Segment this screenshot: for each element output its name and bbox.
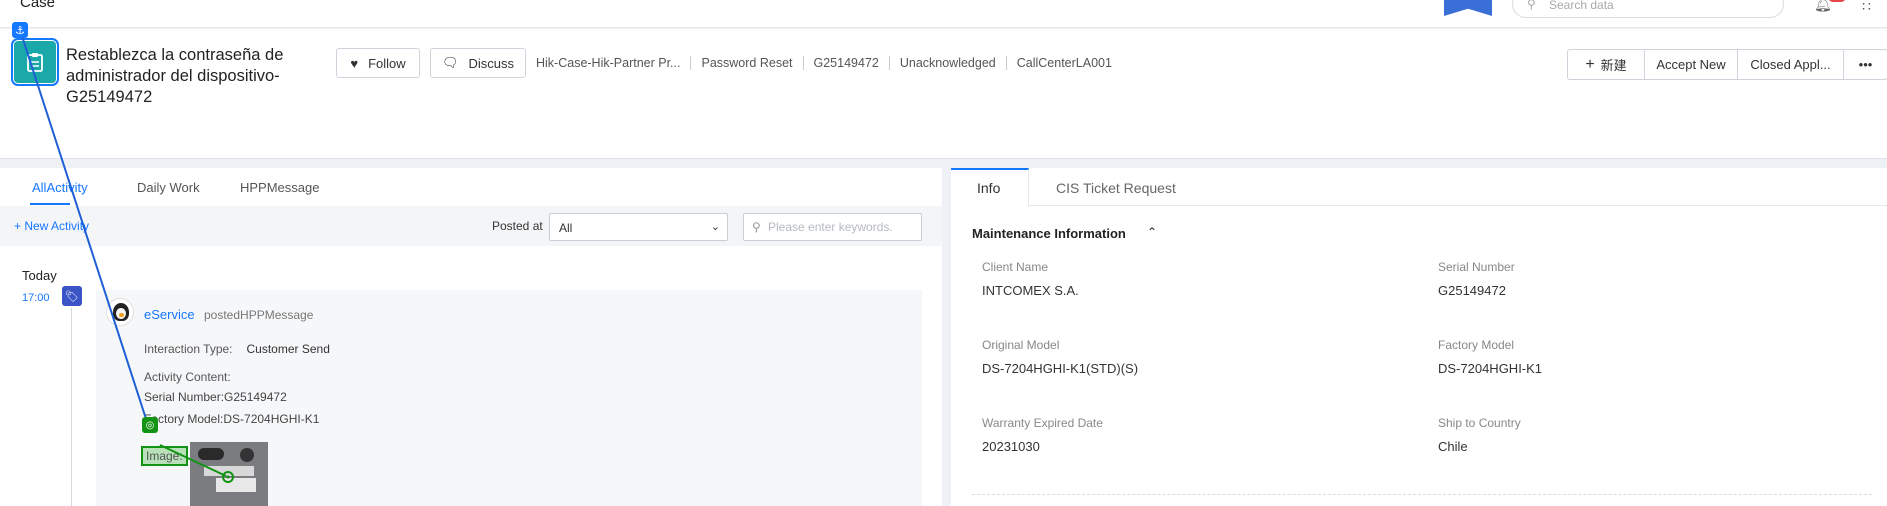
bookmark-icon[interactable] [1444,0,1492,16]
original-model-value: DS-7204HGHI-K1(STD)(S) [982,361,1139,376]
search-icon: ⚲ [1527,0,1536,11]
action-button-group: + 新建 Accept New Closed Appl... ••• [1567,49,1887,80]
factory-model-label: Factory Model [1438,338,1515,352]
section-title: Maintenance Information [972,226,1126,241]
active-tab-indicator [30,203,70,205]
case-meta: Hik-Case-Hik-Partner Pr... Password Rese… [536,56,1122,70]
collapse-icon[interactable]: ⌃ [1147,225,1157,239]
interaction-type-value: Customer Send [246,342,330,356]
original-model-label: Original Model [982,338,1060,352]
timeline-day-label: Today [22,268,57,283]
discuss-button[interactable]: 🗨︎ Discuss [430,48,526,78]
case-title: Restablezca la contraseña de administrad… [66,46,284,106]
ship-to-country-label: Ship to Country [1438,416,1521,430]
keyword-search[interactable]: ⚲ [743,213,922,241]
clipped-field-label [66,109,176,115]
tab-daily-work[interactable]: Daily Work [137,180,200,195]
tag-icon: 🏷︎ [62,286,82,306]
bell-icon[interactable]: 🔔︎ [1814,0,1832,13]
meta-owner: CallCenterLA001 [1005,56,1122,70]
client-name-label: Client Name [982,260,1049,274]
posted-at-select[interactable]: All ⌄ [549,213,728,241]
activity-tabs: AllActivity Daily Work HPPMessage [0,168,942,206]
case-header: Restablezca la contraseña de administrad… [0,29,1887,159]
warranty-expired-label: Warranty Expired Date [982,416,1103,430]
accept-new-label: Accept New [1656,57,1726,72]
avatar [106,298,134,326]
posted-at-value: All [559,221,573,235]
interaction-type-label: Interaction Type: [144,342,233,356]
image-label: Image: [141,446,188,466]
app-name: Case [20,0,56,11]
timeline-time: 17:00 [22,292,50,304]
follow-label: Follow [368,55,406,71]
plus-icon: + [1585,55,1595,73]
meta-case-type: Hik-Case-Hik-Partner Pr... [536,56,681,70]
activity-model-line: Factory Model:DS-7204HGHI-K1 [144,412,320,426]
global-search-placeholder: Search data [1549,0,1614,12]
follow-icon: ♥︎ [350,55,359,71]
tab-hpp-message[interactable]: HPPMessage [240,180,319,195]
activity-action: postedHPPMessage [204,308,314,322]
grid-icon[interactable]: ∷ [1862,0,1871,15]
factory-model-value: DS-7204HGHI-K1 [1438,361,1543,376]
section-divider [972,494,1872,495]
ship-to-country-value: Chile [1438,439,1468,454]
top-bar: Case ⚲ Search data 🔔︎ ∷ [0,0,1887,28]
new-button[interactable]: + 新建 [1568,50,1644,79]
activity-panel: AllActivity Daily Work HPPMessage + New … [0,168,942,506]
new-label: 新建 [1600,58,1627,73]
discuss-label: Discuss [468,55,515,71]
new-activity-button[interactable]: + New Activity [14,219,89,233]
warranty-expired-value: 20231030 [982,439,1040,454]
serial-number-value: G25149472 [1438,283,1506,298]
activity-entry: eService postedHPPMessage Interaction Ty… [96,290,922,506]
closed-application-button[interactable]: Closed Appl... [1737,50,1843,79]
serial-number-label: Serial Number [1438,260,1515,274]
attachment-thumbnail[interactable] [190,442,268,506]
clipboard-icon [11,38,59,86]
closed-label: Closed Appl... [1750,57,1831,72]
meta-status: Unacknowledged [888,56,1006,70]
anchor-icon: ⚓︎ [12,22,28,38]
chat-icon: 🗨︎ [441,55,459,70]
activity-serial-line: Serial Number:G25149472 [144,390,287,404]
client-name-value: INTCOMEX S.A. [982,283,1079,298]
info-tabs: Info CIS Ticket Request [951,168,1887,206]
meta-serial: G25149472 [802,56,889,70]
posted-at-label: Posted at [492,219,543,233]
timeline-line [71,308,72,506]
keyword-input[interactable] [768,219,918,235]
search-icon: ⚲ [752,220,761,234]
activity-author[interactable]: eService [144,307,195,322]
clipped-field-label [434,109,530,115]
meta-category: Password Reset [690,56,802,70]
more-icon: ••• [1858,57,1873,72]
activity-content-label: Activity Content: [144,370,231,384]
chevron-down-icon: ⌄ [710,221,720,233]
follow-button[interactable]: ♥︎ Follow [336,48,420,78]
notification-badge [1828,0,1846,2]
target-icon: ◎ [142,417,158,433]
interaction-type: Interaction Type: Customer Send [144,342,330,356]
info-panel: Info CIS Ticket Request Maintenance Info… [951,168,1887,506]
tab-info[interactable]: Info [977,180,1000,196]
global-search[interactable]: ⚲ Search data [1512,0,1784,18]
tab-all-activity[interactable]: AllActivity [32,180,88,195]
accept-new-button[interactable]: Accept New [1644,50,1737,79]
activity-toolbar: + New Activity Posted at All ⌄ ⚲ [0,206,942,246]
more-button[interactable]: ••• [1843,50,1887,79]
tab-cis-ticket-request[interactable]: CIS Ticket Request [1056,180,1176,196]
